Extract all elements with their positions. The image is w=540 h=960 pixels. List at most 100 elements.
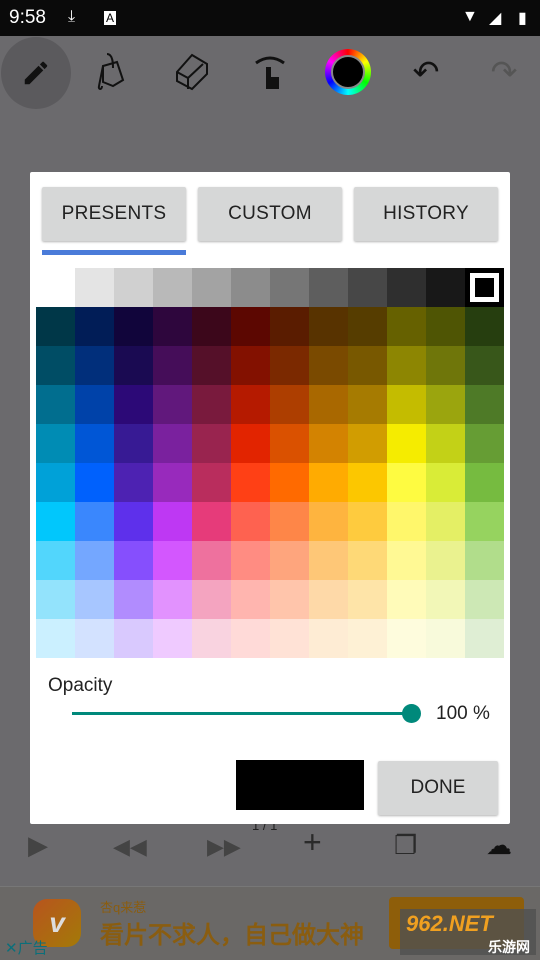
color-swatch[interactable] xyxy=(270,463,309,502)
color-swatch[interactable] xyxy=(114,580,153,619)
color-swatch[interactable] xyxy=(75,580,114,619)
undo-button[interactable]: ↶ xyxy=(391,36,461,108)
color-swatch[interactable] xyxy=(153,541,192,580)
color-swatch[interactable] xyxy=(153,619,192,658)
color-swatch[interactable] xyxy=(231,385,270,424)
color-swatch[interactable] xyxy=(465,619,504,658)
color-swatch[interactable] xyxy=(309,346,348,385)
color-swatch[interactable] xyxy=(348,463,387,502)
color-swatch[interactable] xyxy=(465,385,504,424)
color-swatch[interactable] xyxy=(36,502,75,541)
redo-button[interactable]: ↷ xyxy=(469,36,539,108)
play-icon[interactable]: ▶ xyxy=(28,830,48,861)
color-swatch[interactable] xyxy=(348,307,387,346)
color-swatch[interactable] xyxy=(153,424,192,463)
color-swatch[interactable] xyxy=(309,385,348,424)
color-swatch[interactable] xyxy=(192,307,231,346)
color-swatch[interactable] xyxy=(348,385,387,424)
color-swatch[interactable] xyxy=(426,424,465,463)
color-swatch[interactable] xyxy=(348,619,387,658)
color-swatch[interactable] xyxy=(36,619,75,658)
ad-banner[interactable]: v 杏q来惹 看片不求人，自己做大神 ✕广告 962.NET 乐游网 xyxy=(0,886,540,960)
tab-history[interactable]: HISTORY xyxy=(354,187,498,241)
color-swatch[interactable] xyxy=(231,619,270,658)
color-swatch[interactable] xyxy=(114,268,153,307)
color-swatch[interactable] xyxy=(465,463,504,502)
color-swatch[interactable] xyxy=(270,346,309,385)
color-swatch[interactable] xyxy=(426,463,465,502)
color-swatch[interactable] xyxy=(75,346,114,385)
color-swatch[interactable] xyxy=(465,268,504,307)
color-swatch[interactable] xyxy=(114,346,153,385)
transform-tool[interactable] xyxy=(235,36,305,108)
color-swatch[interactable] xyxy=(387,463,426,502)
color-swatch[interactable] xyxy=(387,346,426,385)
color-swatch[interactable] xyxy=(270,619,309,658)
color-swatch[interactable] xyxy=(36,541,75,580)
color-swatch[interactable] xyxy=(75,307,114,346)
color-swatch[interactable] xyxy=(36,307,75,346)
fast-forward-icon[interactable]: ▶▶ xyxy=(207,834,241,860)
color-swatch[interactable] xyxy=(426,307,465,346)
color-swatch[interactable] xyxy=(114,463,153,502)
color-swatch[interactable] xyxy=(114,541,153,580)
color-swatch[interactable] xyxy=(348,424,387,463)
opacity-slider-thumb[interactable] xyxy=(402,704,421,723)
color-swatch[interactable] xyxy=(192,580,231,619)
color-swatch[interactable] xyxy=(387,541,426,580)
color-swatch[interactable] xyxy=(75,502,114,541)
color-swatch[interactable] xyxy=(465,580,504,619)
ad-close-button[interactable]: ✕广告 xyxy=(5,937,48,958)
color-swatch[interactable] xyxy=(192,619,231,658)
color-swatch[interactable] xyxy=(465,541,504,580)
color-swatch[interactable] xyxy=(348,346,387,385)
color-swatch[interactable] xyxy=(36,463,75,502)
color-swatch[interactable] xyxy=(75,619,114,658)
color-swatch[interactable] xyxy=(36,385,75,424)
color-swatch[interactable] xyxy=(36,268,75,307)
color-swatch[interactable] xyxy=(270,424,309,463)
color-swatch[interactable] xyxy=(270,307,309,346)
color-swatch[interactable] xyxy=(309,424,348,463)
tab-presents[interactable]: PRESENTS xyxy=(42,187,186,241)
color-swatch[interactable] xyxy=(426,502,465,541)
color-swatch[interactable] xyxy=(36,346,75,385)
color-swatch[interactable] xyxy=(192,463,231,502)
color-swatch[interactable] xyxy=(231,307,270,346)
color-swatch[interactable] xyxy=(231,541,270,580)
color-swatch[interactable] xyxy=(231,463,270,502)
color-swatch[interactable] xyxy=(270,502,309,541)
color-swatch[interactable] xyxy=(348,268,387,307)
color-swatch[interactable] xyxy=(387,619,426,658)
color-swatch[interactable] xyxy=(465,346,504,385)
color-swatch[interactable] xyxy=(153,346,192,385)
color-swatch[interactable] xyxy=(426,385,465,424)
color-swatch[interactable] xyxy=(114,619,153,658)
color-swatch[interactable] xyxy=(387,424,426,463)
color-swatch[interactable] xyxy=(465,424,504,463)
color-swatch[interactable] xyxy=(426,580,465,619)
color-swatch[interactable] xyxy=(75,268,114,307)
color-swatch[interactable] xyxy=(36,424,75,463)
color-swatch[interactable] xyxy=(426,346,465,385)
color-swatch[interactable] xyxy=(75,541,114,580)
color-swatch[interactable] xyxy=(153,502,192,541)
color-swatch[interactable] xyxy=(309,619,348,658)
color-swatch[interactable] xyxy=(387,307,426,346)
color-swatch[interactable] xyxy=(309,307,348,346)
copy-icon[interactable]: ❐ xyxy=(394,830,417,861)
color-swatch[interactable] xyxy=(426,541,465,580)
color-swatch[interactable] xyxy=(270,268,309,307)
color-swatch[interactable] xyxy=(75,385,114,424)
cloud-upload-icon[interactable]: ☁ xyxy=(486,830,512,861)
color-swatch[interactable] xyxy=(153,385,192,424)
color-swatch[interactable] xyxy=(153,463,192,502)
color-swatch[interactable] xyxy=(387,268,426,307)
color-swatch[interactable] xyxy=(309,268,348,307)
color-swatch[interactable] xyxy=(426,268,465,307)
color-picker-button[interactable] xyxy=(313,36,383,108)
color-swatch[interactable] xyxy=(231,580,270,619)
color-swatch[interactable] xyxy=(387,385,426,424)
color-swatch[interactable] xyxy=(192,502,231,541)
color-swatch[interactable] xyxy=(309,580,348,619)
